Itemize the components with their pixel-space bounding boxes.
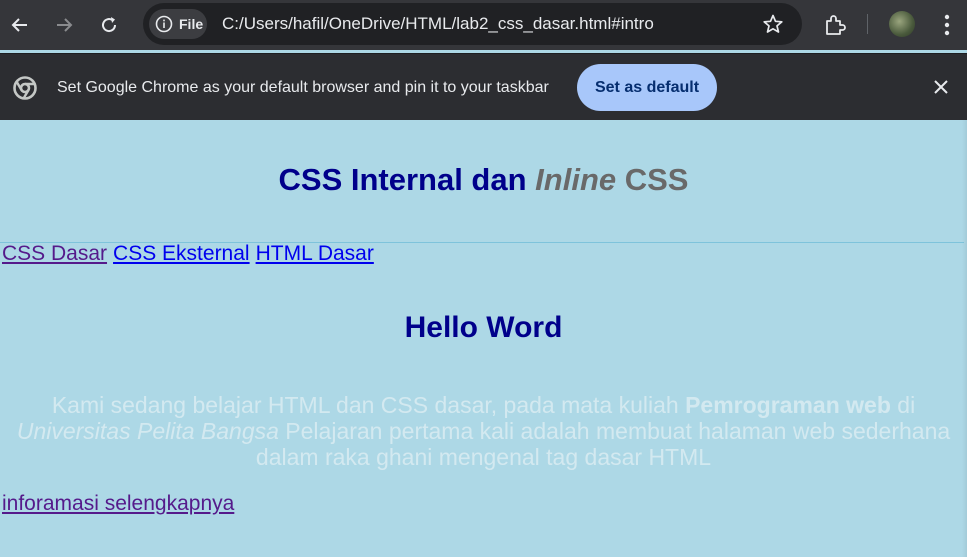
- nav-link-css-dasar[interactable]: CSS Dasar: [2, 242, 107, 265]
- back-arrow-icon: [11, 18, 27, 32]
- set-as-default-button[interactable]: Set as default: [577, 64, 717, 111]
- infobar-message: Set Google Chrome as your default browse…: [57, 79, 549, 96]
- browser-toolbar: File C:/Users/hafil/OneDrive/HTML/lab2_c…: [0, 0, 967, 50]
- extensions-icon[interactable]: [822, 12, 848, 38]
- avatar[interactable]: [889, 11, 915, 37]
- hello-heading: Hello Word: [404, 311, 563, 344]
- more-vert-icon[interactable]: [936, 12, 958, 38]
- toolbar-separator: [867, 14, 868, 34]
- close-icon[interactable]: [930, 76, 952, 98]
- info-icon: [155, 15, 173, 33]
- nav-links: CSS Dasar CSS Eksternal HTML Dasar: [2, 242, 380, 266]
- nav-link-css-eksternal[interactable]: CSS Eksternal: [113, 242, 250, 265]
- reload-icon: [102, 17, 117, 33]
- intro-paragraph: Kami sedang belajar HTML dan CSS dasar, …: [0, 392, 967, 470]
- paragraph-text-1: Kami sedang belajar HTML dan CSS dasar, …: [51, 392, 686, 418]
- page-title: CSS Internal dan Inline CSS: [0, 162, 967, 198]
- chrome-logo-icon: [13, 76, 37, 100]
- nav-link-html-dasar[interactable]: HTML Dasar: [256, 242, 374, 265]
- site-chip-label: File: [179, 16, 204, 32]
- paragraph-italic: Universitas Pelita Bangsa: [16, 418, 279, 444]
- paragraph-text-2: di: [890, 392, 916, 418]
- more-info-link[interactable]: inforamasi selengkapnya: [2, 492, 234, 516]
- forward-button[interactable]: [48, 9, 80, 41]
- title-italic: Inline: [535, 162, 617, 197]
- address-bar[interactable]: File C:/Users/hafil/OneDrive/HTML/lab2_c…: [143, 3, 802, 45]
- reload-button[interactable]: [93, 9, 125, 41]
- paragraph-text-3: Pelajaran pertama kali adalah membuat ha…: [255, 418, 951, 470]
- site-info-chip[interactable]: File: [149, 9, 207, 39]
- forward-arrow-icon: [57, 18, 73, 32]
- default-browser-infobar: Set Google Chrome as your default browse…: [0, 53, 967, 120]
- star-icon[interactable]: [762, 13, 784, 35]
- page-viewport: CSS Internal dan Inline CSS CSS Dasar CSS…: [0, 120, 967, 557]
- url-text[interactable]: C:/Users/hafil/OneDrive/HTML/lab2_css_da…: [222, 14, 654, 34]
- title-part-2: CSS: [616, 162, 689, 197]
- page-edge-shadow: [962, 120, 967, 557]
- paragraph-bold: Pemrograman web: [685, 392, 891, 418]
- back-button[interactable]: [4, 9, 36, 41]
- title-part-1: CSS Internal dan: [278, 162, 536, 197]
